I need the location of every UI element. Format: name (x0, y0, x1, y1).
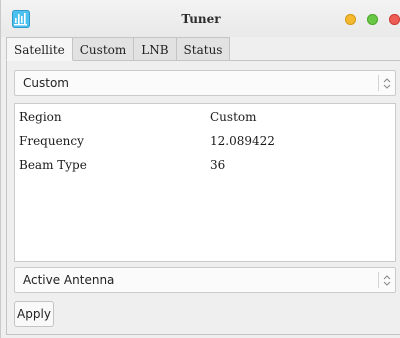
tab-bar: Satellite Custom LNB Status (6, 37, 231, 61)
tab-status[interactable]: Status (176, 37, 231, 61)
chevron-up-down-icon (383, 275, 391, 286)
row-key: Region (19, 110, 62, 124)
antenna-select[interactable]: Active Antenna (14, 267, 396, 293)
minimize-button[interactable] (345, 14, 356, 25)
satellite-details-table: Region Custom Frequency 12.089422 Beam T… (14, 103, 396, 262)
select-divider (378, 272, 379, 288)
tab-lnb[interactable]: LNB (134, 37, 177, 61)
row-value: 12.089422 (210, 134, 275, 148)
satellite-select[interactable]: Custom (14, 70, 396, 96)
row-value: 36 (210, 158, 226, 172)
select-divider (378, 75, 379, 91)
tuner-window: Tuner Satellite Custom LNB Status Custom… (0, 0, 400, 338)
tab-custom[interactable]: Custom (72, 37, 135, 61)
row-value: Custom (210, 110, 257, 124)
satellite-select-value: Custom (23, 76, 69, 90)
close-button[interactable] (389, 14, 400, 25)
row-key: Beam Type (19, 158, 87, 172)
window-title: Tuner (181, 12, 221, 26)
antenna-select-value: Active Antenna (23, 273, 115, 287)
title-bar[interactable]: Tuner (1, 0, 400, 37)
row-key: Frequency (19, 134, 84, 148)
tab-satellite[interactable]: Satellite (6, 37, 73, 61)
chevron-up-down-icon (383, 78, 391, 89)
maximize-button[interactable] (367, 14, 378, 25)
apply-button[interactable]: Apply (14, 301, 54, 327)
